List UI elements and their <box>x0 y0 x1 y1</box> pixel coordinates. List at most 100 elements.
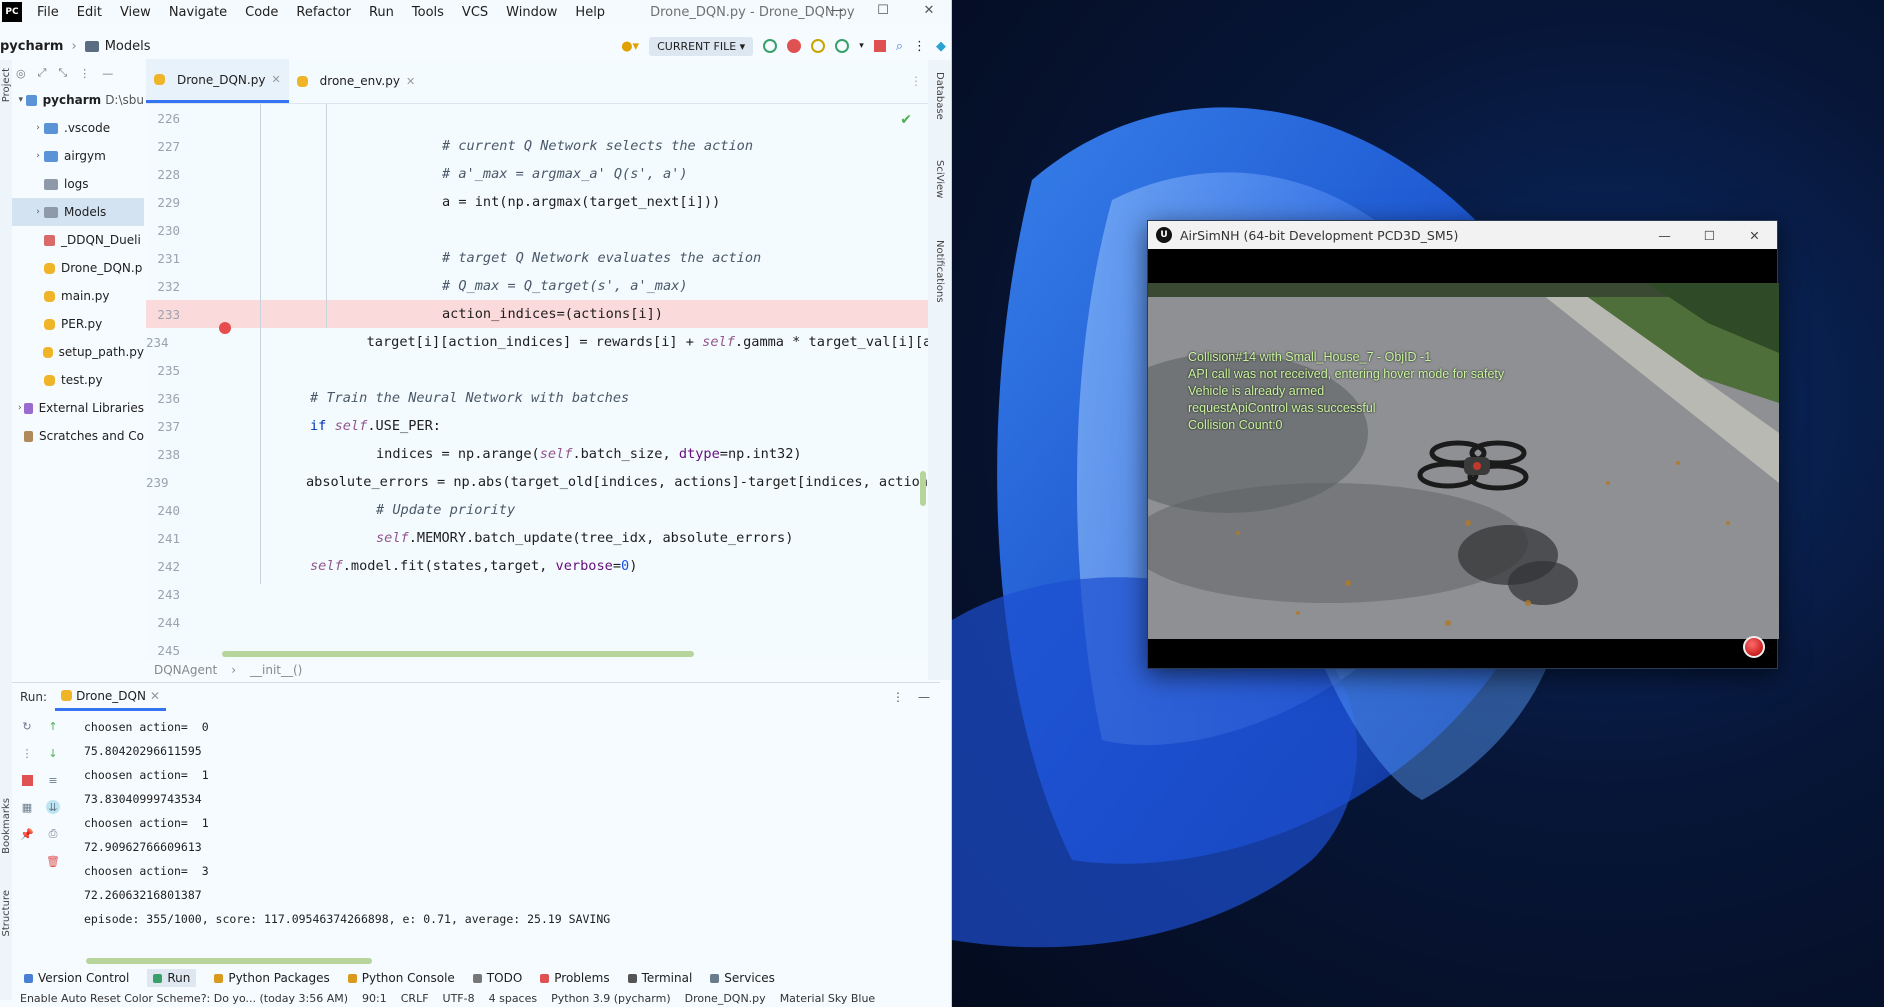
rerun-icon[interactable] <box>763 39 778 53</box>
menu-item-view[interactable]: View <box>111 5 160 20</box>
expand-all-icon[interactable]: ⤢ <box>38 66 47 80</box>
bottom-tab-services[interactable]: Services <box>710 971 775 985</box>
code-line[interactable]: 231 # target Q Network evaluates the acti… <box>146 244 928 272</box>
menu-item-code[interactable]: Code <box>236 5 287 20</box>
chevron-right-icon[interactable]: › <box>16 403 24 413</box>
breadcrumb-method[interactable]: __init__() <box>250 663 302 677</box>
status-item[interactable]: UTF-8 <box>443 992 475 1007</box>
chevron-right-icon[interactable]: › <box>32 123 44 133</box>
trash-icon[interactable]: 🗑 <box>46 854 60 868</box>
database-tool-tab[interactable]: Database <box>934 72 945 120</box>
record-button[interactable] <box>1743 636 1765 658</box>
close-tab-icon[interactable]: ✕ <box>150 689 160 703</box>
tree-item[interactable]: Drone_DQN.p <box>12 254 144 282</box>
code-line[interactable]: 234 target[i][action_indices] = rewards[i… <box>146 328 928 356</box>
code-line[interactable]: 238 indices = np.arange(self.batch_size, … <box>146 440 928 468</box>
status-item[interactable]: Python 3.9 (pycharm) <box>551 992 671 1007</box>
bottom-tab-python-console[interactable]: Python Console <box>347 971 455 985</box>
bottom-tab-problems[interactable]: Problems <box>540 971 610 985</box>
menu-item-tools[interactable]: Tools <box>403 5 453 20</box>
more-actions-icon[interactable]: ⋮ <box>913 39 926 54</box>
tree-item[interactable]: _DDQN_Dueli <box>12 226 144 254</box>
close-icon[interactable]: ✕ <box>906 0 951 24</box>
tree-item[interactable]: logs <box>12 170 144 198</box>
status-item[interactable]: Enable Auto Reset Color Scheme?: Do yo..… <box>20 992 348 1007</box>
more-run-icon[interactable]: ▾ <box>859 41 864 51</box>
code-line[interactable]: 239 absolute_errors = np.abs(target_old[i… <box>146 468 928 496</box>
run-tab[interactable]: Drone_DQN ✕ <box>55 683 167 711</box>
profile-icon[interactable] <box>835 39 850 53</box>
layout-icon[interactable]: ▦ <box>20 800 34 814</box>
target-icon[interactable]: ◎ <box>16 67 26 80</box>
close-tab-icon[interactable]: ✕ <box>271 73 280 86</box>
arrow-down-icon[interactable]: ↓ <box>46 746 60 760</box>
code-line[interactable]: 236 # Train the Neural Network with batch… <box>146 384 928 412</box>
options-icon[interactable]: ⋮ <box>892 690 904 704</box>
sciview-tool-tab[interactable]: SciView <box>934 160 945 198</box>
code-line[interactable]: 243 <box>146 580 928 608</box>
arrow-up-icon[interactable]: ↑ <box>46 719 60 733</box>
code-line[interactable]: 232 # Q_max = Q_target(s', a'_max) <box>146 272 928 300</box>
tree-item[interactable]: Scratches and Co <box>12 422 144 450</box>
breadcrumb-project[interactable]: pycharm <box>0 39 63 54</box>
tree-item[interactable]: › External Libraries <box>12 394 144 422</box>
tree-item[interactable]: setup_path.py <box>12 338 144 366</box>
tree-item[interactable]: test.py <box>12 366 144 394</box>
code-line[interactable]: 229 a = int(np.argmax(target_next[i])) <box>146 188 928 216</box>
scroll-to-end-icon[interactable]: ⇊ <box>46 800 60 814</box>
status-item[interactable]: 4 spaces <box>489 992 538 1007</box>
minimize-icon[interactable]: — <box>1642 228 1687 243</box>
editor-tab[interactable]: drone_env.py ✕ <box>289 59 424 103</box>
minimize-icon[interactable]: — <box>814 0 860 24</box>
close-tab-icon[interactable]: ✕ <box>406 75 415 88</box>
console-horizontal-scrollbar[interactable] <box>86 958 372 964</box>
editor-vertical-scrollbar[interactable] <box>920 471 926 506</box>
stop-icon[interactable] <box>20 773 34 787</box>
tree-item[interactable]: main.py <box>12 282 144 310</box>
more-icon[interactable]: ⋮ <box>20 746 34 760</box>
bottom-tab-python-packages[interactable]: Python Packages <box>214 971 330 985</box>
menu-item-refactor[interactable]: Refactor <box>287 5 360 20</box>
code-line[interactable]: 237 if self.USE_PER: <box>146 412 928 440</box>
menu-item-edit[interactable]: Edit <box>68 5 111 20</box>
simulation-viewport[interactable]: Collision#14 with Small_House_7 - ObjID … <box>1148 283 1779 639</box>
menu-item-file[interactable]: File <box>28 5 68 20</box>
tree-item[interactable]: › .vscode <box>12 114 144 142</box>
status-item[interactable]: Drone_DQN.py <box>685 992 766 1007</box>
code-line[interactable]: 241 self.MEMORY.batch_update(tree_idx, ab… <box>146 524 928 552</box>
menu-item-help[interactable]: Help <box>566 5 614 20</box>
print-icon[interactable]: ⎙ <box>46 827 60 841</box>
code-line[interactable]: 240 # Update priority <box>146 496 928 524</box>
coverage-icon[interactable] <box>811 39 826 53</box>
soft-wrap-icon[interactable]: ≡ <box>46 773 60 787</box>
rerun-icon[interactable]: ↻ <box>20 719 34 733</box>
code-line[interactable]: 233 action_indices=(actions[i]) <box>146 300 928 334</box>
bookmarks-tool-tab[interactable]: Bookmarks <box>1 798 12 854</box>
hide-panel-icon[interactable]: — <box>918 690 930 704</box>
menu-item-navigate[interactable]: Navigate <box>160 5 236 20</box>
editor-tab[interactable]: Drone_DQN.py ✕ <box>146 59 289 103</box>
tree-item[interactable]: PER.py <box>12 310 144 338</box>
run-config-dropdown[interactable]: CURRENT FILE ▾ <box>649 36 754 56</box>
notifications-tool-tab[interactable]: Notifications <box>934 240 945 303</box>
menu-item-window[interactable]: Window <box>497 5 566 20</box>
bottom-tab-run[interactable]: Run <box>147 969 197 987</box>
maximize-icon[interactable]: ☐ <box>860 0 906 24</box>
breadcrumb-folder[interactable]: Models <box>105 39 151 54</box>
tree-item[interactable]: ▾ pycharm D:\sbu <box>12 86 144 114</box>
tree-item[interactable]: › airgym <box>12 142 144 170</box>
search-icon[interactable]: ⌕ <box>896 39 903 54</box>
code-line[interactable]: 228 # a'_max = argmax_a' Q(s', a') <box>146 160 928 188</box>
breadcrumb-class[interactable]: DQNAgent <box>154 663 217 677</box>
debug-icon[interactable] <box>787 39 802 53</box>
bottom-tab-terminal[interactable]: Terminal <box>627 971 692 985</box>
structure-tool-tab[interactable]: Structure <box>1 890 12 937</box>
options-icon[interactable]: ⋮ <box>79 67 90 80</box>
stop-icon[interactable] <box>873 40 886 52</box>
tree-item[interactable]: › Models <box>12 198 144 226</box>
close-icon[interactable]: ✕ <box>1732 228 1777 243</box>
code-line[interactable]: 227 # current Q Network selects the actio… <box>146 132 928 160</box>
status-item[interactable]: CRLF <box>401 992 429 1007</box>
editor-horizontal-scrollbar[interactable] <box>222 651 694 657</box>
pin-icon[interactable]: 📌 <box>20 827 34 841</box>
